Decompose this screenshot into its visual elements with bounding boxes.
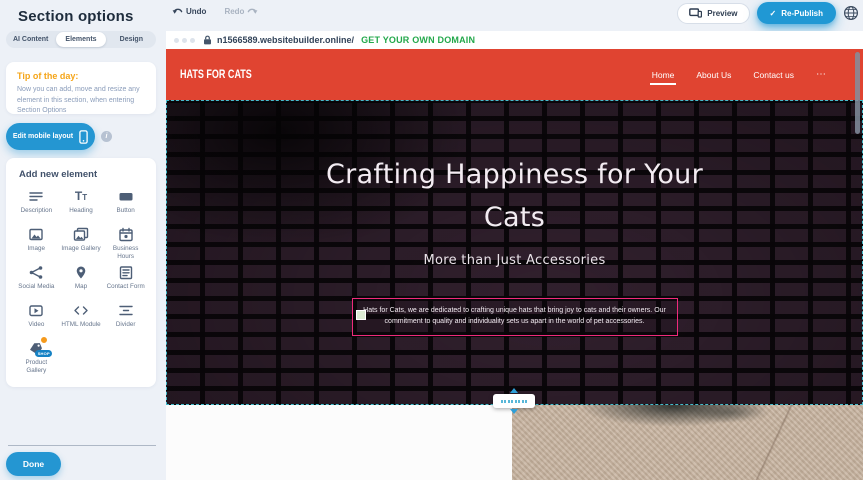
description-icon: [28, 189, 44, 204]
browser-bar: n1566589.websitebuilder.online/ GET YOUR…: [166, 31, 863, 49]
social-media-icon: [28, 265, 44, 280]
edit-mobile-label: Edit mobile layout: [13, 133, 73, 140]
element-item-label: Image Gallery: [61, 245, 100, 253]
undo-icon: [172, 7, 183, 16]
nav-contact-us[interactable]: Contact us: [753, 70, 794, 80]
tip-body: Now you can add, move and resize any ele…: [17, 85, 145, 117]
element-item-business-hours[interactable]: Business Hours: [103, 227, 148, 265]
sidebar-divider: [8, 445, 156, 446]
section-resize-handle[interactable]: [493, 394, 535, 408]
image-gallery-icon: [73, 227, 89, 242]
add-new-element-panel: Add new element Description TT Heading B…: [6, 158, 156, 387]
element-item-label: Business Hours: [106, 245, 146, 261]
button-icon: [118, 189, 134, 204]
globe-language-icon[interactable]: [843, 5, 859, 21]
notification-badge: [40, 336, 48, 344]
drag-handle[interactable]: [356, 310, 366, 320]
hero-section-selected[interactable]: Crafting Happiness for Your Cats More th…: [166, 100, 863, 405]
site-nav: Home About Us Contact us ⋯: [652, 49, 827, 100]
element-item-description[interactable]: Description: [14, 189, 59, 227]
element-item-divider[interactable]: Divider: [103, 303, 148, 341]
more-menu-icon[interactable]: ⋯: [816, 69, 827, 80]
element-item-label: Product Gallery: [16, 359, 56, 375]
shop-badge: SHOP: [35, 350, 52, 357]
undo-redo-group: Undo Redo: [172, 7, 258, 16]
info-icon[interactable]: i: [101, 131, 112, 142]
arrow-down-icon: [510, 409, 518, 414]
element-item-map[interactable]: Map: [59, 265, 104, 303]
check-icon: ✓: [770, 9, 777, 18]
preview-button[interactable]: Preview: [677, 3, 749, 24]
phone-icon: [79, 130, 88, 144]
element-item-video[interactable]: Video: [14, 303, 59, 341]
edit-mobile-layout-button[interactable]: Edit mobile layout: [6, 123, 95, 150]
image-icon: [28, 227, 44, 242]
topbar-actions: Preview ✓ Re-Publish: [677, 2, 859, 24]
product-gallery-icon: SHOP: [28, 341, 44, 356]
done-button[interactable]: Done: [6, 452, 61, 476]
browser-dots-icon: [174, 38, 195, 43]
element-item-label: Button: [117, 207, 135, 215]
sidebar: AI Content Elements Design Tip of the da…: [0, 0, 166, 480]
element-item-label: Contact Form: [107, 283, 145, 291]
redo-icon: [247, 7, 258, 16]
element-item-html-module[interactable]: HTML Module: [59, 303, 104, 341]
next-section-image[interactable]: [512, 405, 863, 480]
site-canvas: n1566589.websitebuilder.online/ GET YOUR…: [166, 31, 863, 480]
redo-label: Redo: [224, 7, 244, 16]
republish-button[interactable]: ✓ Re-Publish: [757, 2, 836, 24]
element-item-label: Heading: [69, 207, 92, 215]
heading-icon: TT: [75, 189, 87, 204]
devices-icon: [689, 8, 702, 18]
element-item-social-media[interactable]: Social Media: [14, 265, 59, 303]
hero-text-element-selected[interactable]: Hats for Cats, we are dedicated to craft…: [352, 298, 678, 336]
tab-ai-content[interactable]: AI Content: [6, 32, 55, 47]
hero-heading[interactable]: Crafting Happiness for Your Cats: [295, 153, 735, 239]
element-item-label: Map: [75, 283, 87, 291]
tip-of-the-day-card: Tip of the day: Now you can add, move an…: [6, 62, 156, 114]
element-item-label: Description: [21, 207, 53, 215]
element-grid: Description TT Heading Button Image: [14, 189, 148, 379]
element-item-label: Image: [28, 245, 46, 253]
element-item-button[interactable]: Button: [103, 189, 148, 227]
video-icon: [28, 303, 44, 318]
add-element-title: Add new element: [6, 169, 156, 180]
element-item-label: Video: [28, 321, 44, 329]
code-icon: [73, 303, 89, 318]
next-section-background: [166, 405, 512, 480]
element-item-label: Divider: [116, 321, 136, 329]
arrow-up-icon: [510, 388, 518, 393]
hero-content: Crafting Happiness for Your Cats More th…: [167, 101, 862, 336]
contact-form-icon: [118, 265, 134, 280]
business-hours-icon: [118, 227, 134, 242]
site-url[interactable]: n1566589.websitebuilder.online/: [217, 35, 354, 45]
divider-icon: [118, 303, 134, 318]
hero-body-text: Hats for Cats, we are dedicated to craft…: [361, 306, 669, 328]
undo-label: Undo: [186, 7, 206, 16]
sidebar-tabbar: AI Content Elements Design: [6, 31, 156, 48]
element-item-image-gallery[interactable]: Image Gallery: [59, 227, 104, 265]
get-domain-link[interactable]: GET YOUR OWN DOMAIN: [361, 35, 475, 45]
preview-label: Preview: [707, 9, 737, 18]
tab-elements[interactable]: Elements: [56, 32, 105, 47]
redo-button[interactable]: Redo: [224, 7, 258, 16]
tip-title: Tip of the day:: [17, 71, 145, 81]
element-item-contact-form[interactable]: Contact Form: [103, 265, 148, 303]
nav-home[interactable]: Home: [652, 70, 675, 80]
tab-design[interactable]: Design: [107, 32, 156, 47]
element-item-image[interactable]: Image: [14, 227, 59, 265]
canvas-scrollbar[interactable]: [855, 52, 860, 134]
lock-icon: [203, 35, 212, 45]
element-item-heading[interactable]: TT Heading: [59, 189, 104, 227]
nav-about-us[interactable]: About Us: [696, 70, 731, 80]
element-item-label: Social Media: [18, 283, 54, 291]
map-pin-icon: [73, 265, 89, 280]
undo-button[interactable]: Undo: [172, 7, 206, 16]
site-header: HATS FOR CATS Home About Us Contact us ⋯: [166, 49, 863, 100]
element-item-product-gallery[interactable]: SHOP Product Gallery: [14, 341, 59, 379]
hero-subheading[interactable]: More than Just Accessories: [167, 253, 862, 268]
republish-label: Re-Publish: [781, 9, 823, 18]
site-logo[interactable]: HATS FOR CATS: [180, 68, 252, 81]
element-item-label: HTML Module: [61, 321, 100, 329]
